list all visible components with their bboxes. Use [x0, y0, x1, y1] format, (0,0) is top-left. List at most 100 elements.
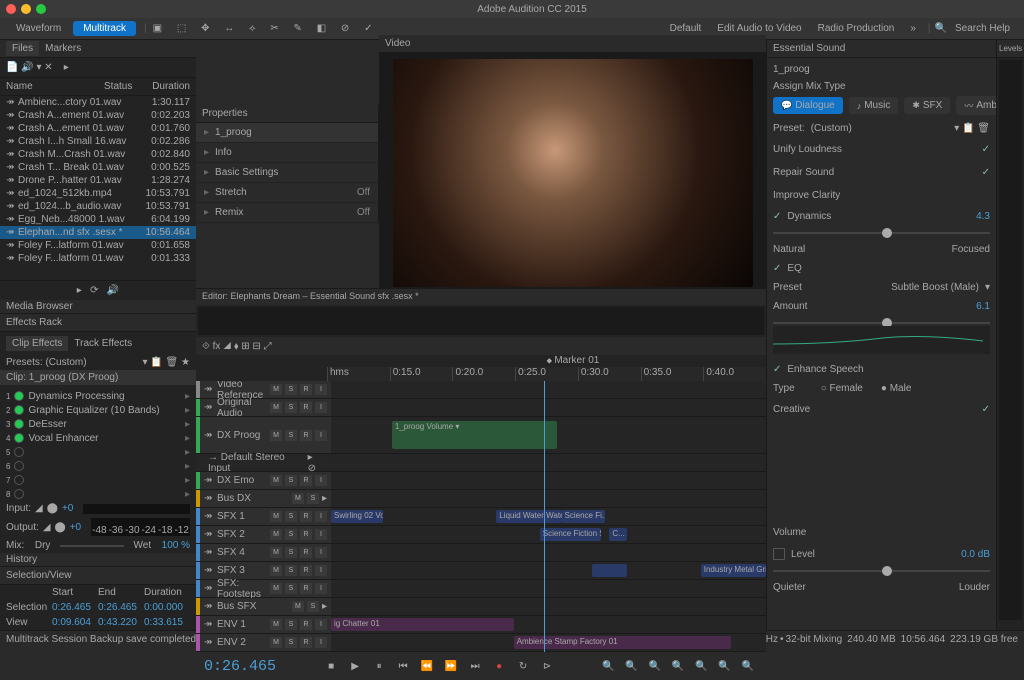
file-item[interactable]: ↠Egg_Neb...48000 1.wav6:04.199 — [0, 213, 196, 226]
file-item[interactable]: ↠Foley F...latform 01.wav0:01.333 — [0, 252, 196, 265]
preset-value[interactable]: (Custom) — [45, 357, 86, 368]
rewind-button[interactable]: ⏪ — [419, 658, 435, 674]
type-music[interactable]: ♪ Music — [849, 97, 899, 114]
track[interactable]: ↠ENV 1MSRIig Chatter 01 — [196, 616, 766, 634]
media-browser[interactable]: Media Browser — [6, 301, 73, 312]
clip[interactable]: Swirling 02 Volume ▾ — [331, 510, 383, 524]
creative-section[interactable]: Creative — [773, 404, 810, 415]
skip-end-button[interactable]: ⏭ — [467, 658, 483, 674]
fx-slot[interactable]: 1Dynamics Processing▸ — [6, 389, 190, 403]
workspace-radio[interactable]: Radio Production — [810, 23, 903, 34]
preset-icons[interactable]: ▾ 📋 🗑 ★ — [143, 357, 190, 368]
track[interactable]: ↠SFX: FootstepsMSRI — [196, 580, 766, 598]
markers-tab[interactable]: Markers — [39, 41, 87, 56]
search-help[interactable]: Search Help — [947, 23, 1018, 34]
video-preview[interactable] — [393, 59, 753, 287]
file-item[interactable]: ↠Crash T... Break 01.wav0:00.525 — [0, 161, 196, 174]
col-status[interactable]: Status — [104, 81, 140, 92]
overview-waveform[interactable] — [198, 307, 764, 335]
track[interactable]: ↠DX ProogMSRI1_proog Volume ▾ — [196, 417, 766, 454]
improve-clarity[interactable]: Improve Clarity — [773, 190, 840, 201]
prop-row[interactable]: ▸Info — [196, 143, 378, 163]
file-item[interactable]: ↠Crash I...h Small 16.wav0:02.286 — [0, 135, 196, 148]
prop-row[interactable]: ▸StretchOff — [196, 183, 378, 203]
track[interactable]: ↠SFX 2MSRIScience Fiction Sci...C... — [196, 526, 766, 544]
amount-slider[interactable] — [773, 322, 990, 324]
history-panel[interactable]: History — [6, 554, 37, 565]
es-preset[interactable]: (Custom) — [811, 123, 852, 134]
forward-button[interactable]: ⏩ — [443, 658, 459, 674]
file-item[interactable]: ↠ed_1024_512kb.mp410:53.791 — [0, 187, 196, 200]
eq-toggle[interactable]: EQ — [787, 263, 801, 274]
loop-button[interactable]: ↻ — [515, 658, 531, 674]
level-checkbox[interactable] — [773, 548, 785, 560]
clip[interactable] — [592, 564, 627, 578]
files-tab[interactable]: Files — [6, 41, 39, 56]
clip[interactable]: Science Fi... — [562, 510, 606, 524]
files-toolbar[interactable]: 📄 🔊 ▾ ✕ ▸ — [0, 58, 196, 78]
file-item[interactable]: ↠Crash A...ement 01.wav0:02.203 — [0, 109, 196, 122]
skip-sel-button[interactable]: ⊳ — [539, 658, 555, 674]
clip-effects-tab[interactable]: Clip Effects — [6, 336, 68, 351]
clip[interactable]: Liquid Water Water ... — [496, 510, 561, 524]
timecode[interactable]: 0:26.465 — [204, 658, 276, 675]
marker[interactable]: Marker 01 — [554, 355, 599, 366]
track[interactable]: ↠DX EmoMSRI — [196, 472, 766, 490]
track[interactable]: ↠SFX 1MSRISwirling 02 Volume ▾Liquid Wat… — [196, 508, 766, 526]
editor-toolbar[interactable]: ⟐ fx ◢ ⬧ ⊞ ⊟ ⤢ — [196, 337, 766, 355]
track[interactable]: ↠Original AudioMSRI — [196, 399, 766, 417]
track[interactable]: ↠Bus SFXMS▸ — [196, 598, 766, 616]
file-item[interactable]: ↠Crash M...Crash 01.wav0:02.840 — [0, 148, 196, 161]
prop-row[interactable]: ▸RemixOff — [196, 203, 378, 223]
fx-slot[interactable]: 4Vocal Enhancer▸ — [6, 431, 190, 445]
fx-slot[interactable]: 5▸ — [6, 445, 190, 459]
track[interactable]: ↠SFX 3MSRIIndustry Metal Grind Lon — [196, 562, 766, 580]
file-item[interactable]: ↠Crash A...ement 01.wav0:01.760 — [0, 122, 196, 135]
input-knob[interactable]: ⬤ — [47, 503, 58, 514]
unify-loudness[interactable]: Unify Loudness — [773, 144, 842, 155]
female-radio[interactable]: ○ Female — [821, 383, 863, 394]
output-meter-btn[interactable]: ◢ — [43, 522, 51, 533]
clip[interactable]: C... — [609, 528, 626, 542]
play-button[interactable]: ▶ — [347, 658, 363, 674]
fx-slot[interactable]: 8▸ — [6, 487, 190, 501]
enhance-speech[interactable]: Enhance Speech — [787, 364, 863, 375]
file-item[interactable]: ↠Foley F...latform 01.wav0:01.658 — [0, 239, 196, 252]
clip[interactable]: ig Chatter 01 — [331, 618, 514, 632]
workspace-more[interactable]: » — [902, 23, 924, 34]
clip[interactable]: 1_proog Volume ▾ — [392, 421, 557, 450]
track[interactable]: ↠Video ReferenceMSRI — [196, 381, 766, 399]
dynamics-slider[interactable] — [773, 232, 990, 234]
prop-row[interactable]: ▸Basic Settings — [196, 163, 378, 183]
clip[interactable]: Industry Metal Grind Lon — [701, 564, 766, 578]
multitrack-tab[interactable]: Multitrack — [73, 21, 136, 36]
type-sfx[interactable]: ✱ SFX — [904, 97, 950, 114]
repair-sound[interactable]: Repair Sound — [773, 167, 834, 178]
playhead[interactable] — [544, 381, 545, 652]
track[interactable]: ↠Bus DXMS▸ — [196, 490, 766, 508]
type-dialogue[interactable]: 💬 Dialogue — [773, 97, 843, 114]
workspace-editaudio[interactable]: Edit Audio to Video — [709, 23, 809, 34]
track-effects-tab[interactable]: Track Effects — [68, 336, 138, 351]
file-list[interactable]: ↠Ambienc...ctory 01.wav1:30.117↠Crash A.… — [0, 96, 196, 280]
clip[interactable]: Science Fiction Sci... — [540, 528, 601, 542]
level-slider[interactable] — [773, 570, 990, 572]
record-button[interactable]: ● — [491, 658, 507, 674]
toolbar-icons[interactable]: ▣ ⬚ ✥ ↔ ⟡ ✂ ✎ ◧ ⊘ ✓ — [153, 23, 379, 34]
eq-preset[interactable]: Subtle Boost (Male) — [891, 282, 979, 293]
mix-slider[interactable] — [60, 545, 123, 547]
fx-slot[interactable]: 7▸ — [6, 473, 190, 487]
search-icon[interactable]: 🔍 — [935, 23, 947, 34]
window-controls[interactable] — [6, 4, 46, 14]
volume-section[interactable]: Volume — [773, 527, 806, 538]
col-duration[interactable]: Duration — [140, 81, 190, 92]
stop-button[interactable]: ■ — [323, 658, 339, 674]
fx-slot[interactable]: 3DeEsser▸ — [6, 417, 190, 431]
zoom-controls[interactable]: 🔍 🔍 🔍 🔍 🔍 🔍 🔍 — [602, 661, 758, 672]
dynamics-toggle[interactable]: Dynamics — [787, 211, 831, 222]
pause-button[interactable]: ⏸ — [371, 658, 387, 674]
male-radio[interactable]: ● Male — [881, 383, 912, 394]
file-controls[interactable]: ▸ ⟳ 🔊 — [0, 280, 196, 300]
fx-slot[interactable]: 2Graphic Equalizer (10 Bands)▸ — [6, 403, 190, 417]
track[interactable]: ↠ENV 2MSRIAmbience Stamp Factory 01 — [196, 634, 766, 652]
